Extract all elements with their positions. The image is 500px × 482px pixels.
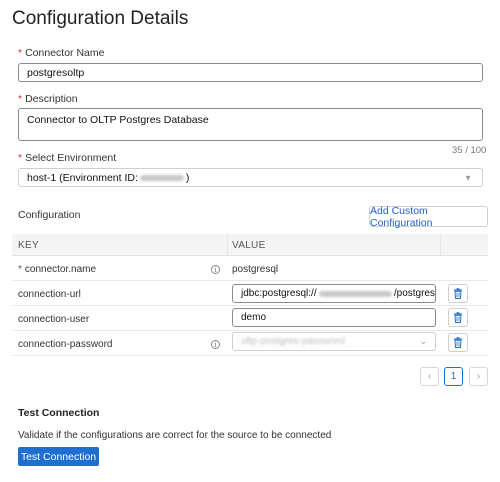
description-textarea[interactable]: Connector to OLTP Postgres Database [18, 108, 483, 141]
chevron-down-icon: ⌄ [419, 336, 427, 346]
connector-name-label: * Connector Name [18, 47, 105, 59]
delete-button[interactable] [448, 333, 468, 352]
connection-password-select[interactable]: oltp-postgres-password ⌄ [232, 332, 436, 351]
info-icon[interactable]: i [211, 265, 220, 274]
configuration-heading: Configuration [18, 209, 81, 221]
redacted-password: oltp-postgres-password [241, 336, 345, 347]
description-char-counter: 35 / 100 [452, 145, 487, 156]
info-icon[interactable]: i [211, 340, 220, 349]
delete-button[interactable] [448, 284, 468, 303]
config-key: connection-url [18, 289, 81, 300]
connector-name-input[interactable]: postgresoltp [18, 63, 483, 82]
config-key: connection-password [18, 339, 113, 350]
column-header-value: VALUE [232, 240, 266, 251]
environment-label: * Select Environment [18, 152, 117, 164]
trash-icon [454, 337, 462, 348]
trash-icon [454, 312, 462, 323]
connection-url-input[interactable]: jdbc:postgresql:// /postgres [232, 284, 436, 303]
column-header-key: KEY [18, 240, 39, 251]
connection-user-input[interactable]: demo [232, 308, 436, 327]
redacted-environment-id [139, 174, 184, 181]
test-connection-heading: Test Connection [18, 407, 100, 419]
test-connection-button[interactable]: Test Connection [18, 447, 99, 466]
config-key: connection-user [18, 314, 90, 325]
pagination-next-button[interactable]: › [469, 367, 488, 386]
page-title: Configuration Details [12, 8, 189, 29]
pagination-prev-button[interactable]: ‹ [420, 367, 439, 386]
redacted-host [318, 290, 392, 297]
test-connection-description: Validate if the configurations are corre… [18, 430, 332, 441]
delete-button[interactable] [448, 308, 468, 327]
chevron-down-icon: ▼ [464, 173, 472, 182]
config-key: * connector.name [18, 264, 97, 275]
config-value: postgresql [232, 264, 279, 275]
description-label: * Description [18, 93, 78, 105]
trash-icon [454, 288, 462, 299]
add-custom-configuration-button[interactable]: Add Custom Configuration [369, 205, 488, 229]
pagination-page-button[interactable]: 1 [444, 367, 463, 386]
environment-select[interactable]: host-1 (Environment ID: ) ▼ [18, 168, 483, 187]
